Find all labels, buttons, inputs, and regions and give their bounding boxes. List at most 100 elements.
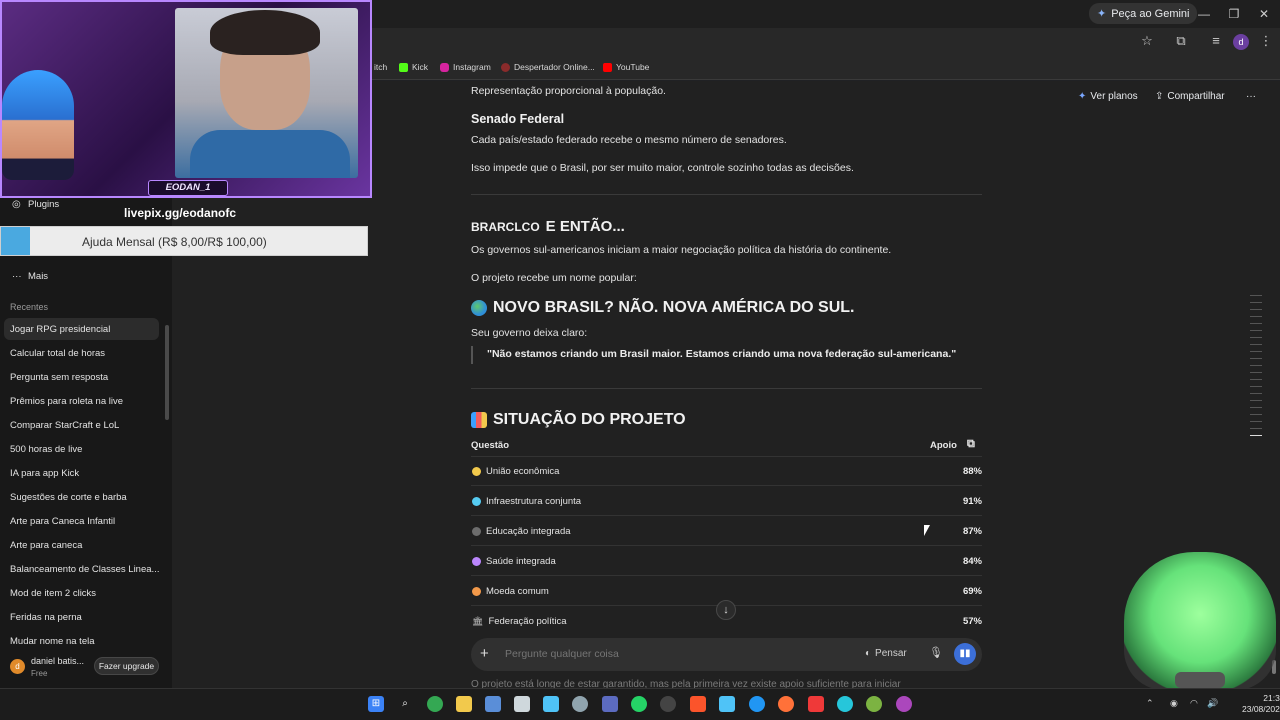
- sidebar-scrollbar[interactable]: [165, 325, 169, 420]
- add-attachment-button[interactable]: +: [480, 645, 489, 662]
- more-options-icon[interactable]: ···: [1246, 91, 1256, 102]
- photos-icon[interactable]: [485, 696, 501, 712]
- upgrade-button[interactable]: Fazer upgrade: [94, 657, 159, 675]
- ask-gemini-button[interactable]: ✦ Peça ao Gemini: [1089, 3, 1198, 24]
- sidebar-recent-item[interactable]: Calcular total de horas: [10, 348, 105, 359]
- profile-avatar[interactable]: d: [1233, 34, 1249, 50]
- app-icon[interactable]: [719, 696, 735, 712]
- file-explorer-icon[interactable]: [456, 696, 472, 712]
- tip-jar-stand: [1175, 672, 1225, 688]
- obs-icon[interactable]: [660, 696, 676, 712]
- row-divider: [471, 485, 982, 486]
- table-row: Saúde integrada: [472, 556, 556, 567]
- app-icon[interactable]: [837, 696, 853, 712]
- minimize-button[interactable]: —: [1190, 4, 1218, 24]
- share-button[interactable]: ⇪ Compartilhar: [1155, 91, 1225, 102]
- sidebar-recent-item[interactable]: Feridas na perna: [10, 612, 82, 623]
- bookmark-youtube[interactable]: YouTube: [603, 60, 649, 74]
- tray-network-icon[interactable]: ◉: [1170, 698, 1178, 709]
- media-control-icon[interactable]: ≡: [1207, 32, 1225, 50]
- sidebar-recent-item[interactable]: IA para app Kick: [10, 468, 79, 479]
- senate-heading: Senado Federal: [471, 112, 565, 126]
- close-window-button[interactable]: ✕: [1250, 4, 1278, 24]
- sidebar-item-more[interactable]: Mais: [28, 271, 48, 282]
- browser-menu-icon[interactable]: ⋮: [1257, 32, 1275, 50]
- sidebar-recent-item[interactable]: Jogar RPG presidencial: [10, 324, 110, 335]
- sidebar-recent-item[interactable]: Arte para Caneca Infantil: [10, 516, 115, 527]
- streamer-name-badge: EODAN_1: [148, 180, 228, 196]
- sidebar-recent-item[interactable]: Pergunta sem resposta: [10, 372, 108, 383]
- row-label: Infraestrutura conjunta: [486, 496, 582, 507]
- vivaldi-icon[interactable]: [808, 696, 824, 712]
- clock-time: 21:38: [1263, 693, 1280, 703]
- app-icon[interactable]: [602, 696, 618, 712]
- then-heading: BRARCLCO E ENTÃO...: [471, 218, 625, 235]
- tray-wifi-icon[interactable]: ◠: [1190, 698, 1198, 709]
- view-plans-label: Ver planos: [1090, 91, 1138, 102]
- user-plan: Free: [31, 669, 48, 678]
- handshake-icon: [472, 467, 481, 476]
- chrome-icon[interactable]: [427, 696, 443, 712]
- blockquote-text: "Não estamos criando um Brasil maior. Es…: [487, 348, 957, 360]
- user-name: daniel batis...: [31, 656, 85, 666]
- tray-volume-icon[interactable]: 🔊: [1207, 698, 1218, 709]
- sidebar-recent-item[interactable]: 500 horas de live: [10, 444, 82, 455]
- app-icon[interactable]: [866, 696, 882, 712]
- taskbar-clock[interactable]: 21:38 23/08/2026: [1242, 693, 1280, 715]
- sidebar-recent-item[interactable]: Sugestões de corte e barba: [10, 492, 127, 503]
- bookmark-label: Instagram: [453, 62, 491, 72]
- sidebar-recent-item[interactable]: Mudar nome na tela: [10, 636, 95, 646]
- scroll-to-bottom-button[interactable]: ↓: [716, 600, 736, 620]
- bookmark-instagram[interactable]: Instagram: [440, 60, 491, 74]
- app-icon[interactable]: [896, 696, 912, 712]
- view-plans-button[interactable]: ✦ Ver planos: [1078, 91, 1138, 102]
- table-header-question: Questão: [471, 440, 510, 451]
- maximize-button[interactable]: ❐: [1220, 4, 1248, 24]
- voice-mode-button[interactable]: ▮▮: [954, 643, 976, 665]
- row-label: Moeda comum: [486, 586, 549, 597]
- mouse-cursor: [924, 525, 930, 536]
- bookmark-kick[interactable]: Kick: [399, 60, 428, 74]
- copy-table-icon[interactable]: ⧉: [967, 438, 975, 451]
- start-menu-icon[interactable]: ⊞: [368, 696, 384, 712]
- think-toggle[interactable]: ◐ Pensar: [865, 648, 907, 659]
- ask-gemini-label: Peça ao Gemini: [1111, 7, 1190, 20]
- donation-goal-text: Ajuda Mensal (R$ 8,00/R$ 100,00): [82, 235, 267, 249]
- sidebar-recent-item[interactable]: Prêmios para roleta na live: [10, 396, 123, 407]
- row-value: 87%: [962, 526, 982, 537]
- recent-section-title: Recentes: [10, 302, 49, 312]
- bookmark-despertador[interactable]: Despertador Online...: [501, 60, 595, 74]
- sidebar-recent-item[interactable]: Comparar StarCraft e LoL: [10, 420, 119, 431]
- microphone-icon[interactable]: 🎙: [929, 646, 943, 659]
- extensions-icon[interactable]: ⧉: [1172, 32, 1190, 50]
- lightbulb-icon: ◐: [865, 648, 872, 659]
- user-avatar[interactable]: d: [10, 659, 25, 674]
- settings-icon[interactable]: [572, 696, 588, 712]
- bookmark-star-icon[interactable]: ☆: [1138, 32, 1156, 50]
- sidebar-item-plugins[interactable]: Plugins: [28, 199, 59, 210]
- sidebar-recent-item[interactable]: Balanceamento de Classes Linea...: [10, 564, 159, 575]
- row-value: 57%: [962, 616, 982, 627]
- table-row: 🏛 Federação política: [472, 616, 567, 627]
- search-icon[interactable]: ⌕: [397, 696, 413, 712]
- firefox-icon[interactable]: [778, 696, 794, 712]
- conversation-minimap[interactable]: [1250, 295, 1264, 480]
- message-text: Cada país/estado federado recebe o mesmo…: [471, 134, 787, 146]
- brave-icon[interactable]: [690, 696, 706, 712]
- sidebar-recent-item[interactable]: Arte para caneca: [10, 540, 82, 551]
- whatsapp-icon[interactable]: [631, 696, 647, 712]
- bookmark-twitch[interactable]: itch: [374, 60, 387, 74]
- display-icon[interactable]: [543, 696, 559, 712]
- table-row: Educação integrada: [472, 526, 571, 537]
- edge-icon[interactable]: [749, 696, 765, 712]
- sidebar-recent-item[interactable]: Mod de item 2 clicks: [10, 588, 96, 599]
- prompt-input[interactable]: [505, 648, 835, 660]
- share-label: Compartilhar: [1167, 91, 1225, 102]
- sparkle-icon: ✦: [1078, 91, 1087, 102]
- livepix-link-text: livepix.gg/eodanofc: [124, 206, 237, 220]
- row-divider: [471, 545, 982, 546]
- classical-building-icon: 🏛: [472, 616, 484, 626]
- tray-chevron-icon[interactable]: ⌃: [1146, 698, 1154, 709]
- table-header-line: [471, 456, 982, 457]
- calculator-icon[interactable]: [514, 696, 530, 712]
